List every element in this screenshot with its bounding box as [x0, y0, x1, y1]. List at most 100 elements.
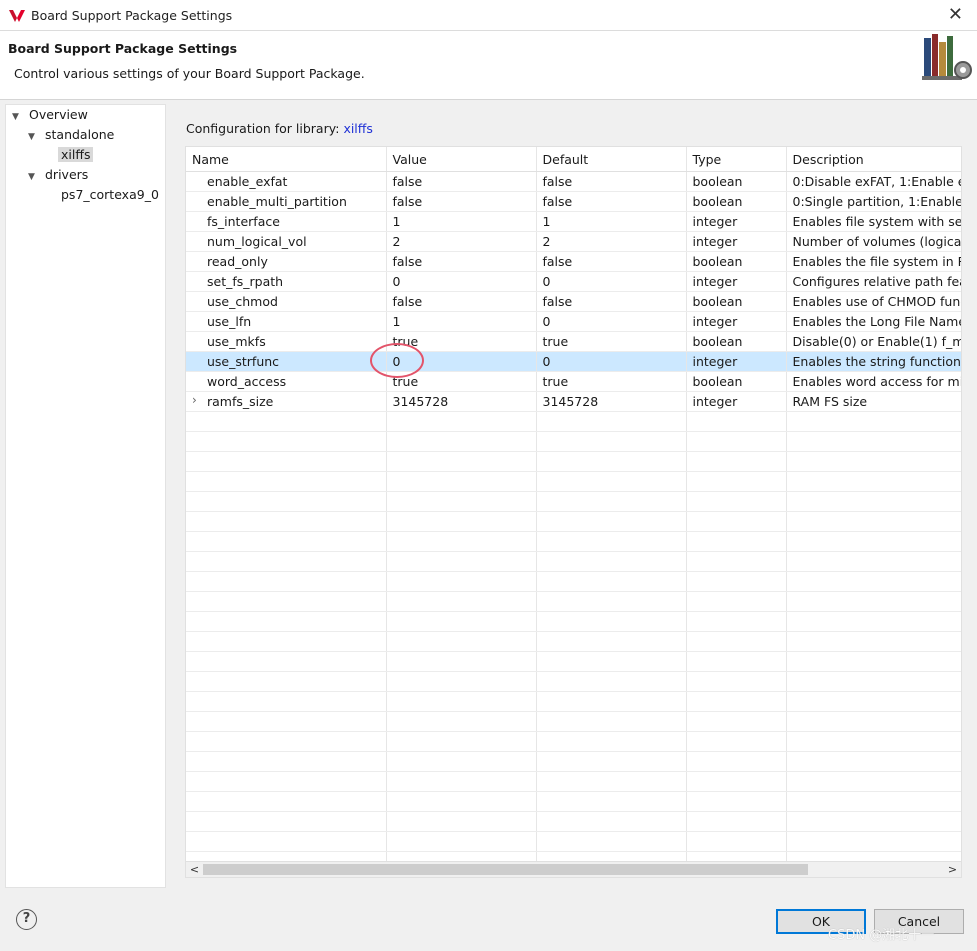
empty-cell — [186, 711, 387, 732]
cell-description: Number of volumes (logical drives — [786, 231, 961, 252]
cell-name: › ramfs_size — [186, 391, 387, 412]
expand-chevron-icon[interactable]: ▼ — [28, 128, 42, 146]
empty-cell — [786, 671, 961, 692]
expand-chevron-icon[interactable]: ▼ — [12, 108, 26, 126]
cell-type: boolean — [686, 371, 787, 392]
empty-cell — [536, 451, 687, 472]
cell-name: use_lfn — [186, 311, 387, 332]
table-row[interactable]: num_logical_vol 2 2 integer Number of volume… — [186, 231, 961, 252]
cell-value[interactable]: true — [386, 331, 537, 352]
tree-item-xilffs[interactable]: xilffs — [44, 146, 94, 164]
scrollbar-thumb[interactable] — [203, 864, 808, 875]
cell-type: integer — [686, 351, 787, 372]
empty-cell — [686, 831, 787, 852]
empty-cell — [686, 811, 787, 832]
empty-table-row — [186, 811, 961, 832]
empty-cell — [686, 431, 787, 452]
table-row[interactable]: word_access true true boolean Enables word a… — [186, 371, 961, 392]
cell-value[interactable]: 2 — [386, 231, 537, 252]
empty-cell — [386, 791, 537, 812]
cell-value[interactable]: true — [386, 371, 537, 392]
scroll-right-icon[interactable]: > — [944, 862, 961, 877]
cell-value[interactable]: false — [386, 251, 537, 272]
empty-cell — [536, 711, 687, 732]
empty-cell — [186, 651, 387, 672]
empty-cell — [186, 691, 387, 712]
cell-value[interactable]: false — [386, 171, 537, 192]
column-header-default[interactable]: Default — [536, 147, 687, 172]
empty-table-row — [186, 411, 961, 432]
window-title: Board Support Package Settings — [31, 8, 233, 23]
column-header-value[interactable]: Value — [386, 147, 537, 172]
empty-cell — [786, 511, 961, 532]
cell-value[interactable]: 1 — [386, 211, 537, 232]
empty-cell — [186, 471, 387, 492]
empty-cell — [186, 451, 387, 472]
table-row[interactable]: fs_interface 1 1 integer Enables file system… — [186, 211, 961, 232]
expand-chevron-icon[interactable]: › — [192, 393, 197, 407]
empty-cell — [386, 671, 537, 692]
empty-cell — [386, 611, 537, 632]
cell-value[interactable]: 1 — [386, 311, 537, 332]
cell-type: integer — [686, 271, 787, 292]
expand-chevron-icon[interactable]: ▼ — [28, 168, 42, 186]
tree-item-ps7-cortexa9-0[interactable]: ps7_cortexa9_0 — [44, 186, 162, 204]
cell-description: 0:Single partition, 1:Enable multi — [786, 191, 961, 212]
table-row[interactable]: enable_exfat false false boolean 0:Disable e… — [186, 171, 961, 192]
empty-cell — [536, 631, 687, 652]
empty-table-row — [186, 671, 961, 692]
title-bar: Board Support Package Settings ✕ — [0, 0, 977, 31]
column-header-type[interactable]: Type — [686, 147, 787, 172]
setting-name: set_fs_rpath — [207, 273, 284, 289]
table-row[interactable]: use_lfn 1 0 integer Enables the Long File Na… — [186, 311, 961, 332]
table-row[interactable]: use_mkfs true true boolean Disable(0) or Ena… — [186, 331, 961, 352]
empty-cell — [686, 471, 787, 492]
cell-value[interactable]: 0 — [386, 271, 537, 292]
empty-cell — [186, 411, 387, 432]
library-config-line: Configuration for library: xilffs — [186, 121, 373, 136]
tree-item-label: drivers — [45, 167, 89, 182]
empty-cell — [386, 571, 537, 592]
setting-name: read_only — [207, 253, 268, 269]
table-row[interactable]: enable_multi_partition false false boolean 0… — [186, 191, 961, 212]
cell-value[interactable]: 3145728 — [386, 391, 537, 412]
empty-cell — [186, 511, 387, 532]
cell-default: false — [536, 251, 687, 272]
empty-table-row — [186, 751, 961, 772]
empty-cell — [536, 811, 687, 832]
table-row[interactable]: › ramfs_size 3145728 3145728 integer RAM FS s… — [186, 391, 961, 412]
empty-cell — [186, 571, 387, 592]
tree-item-overview[interactable]: ▼ Overview — [12, 106, 91, 124]
horizontal-scrollbar[interactable]: < > — [185, 861, 962, 878]
cell-description: RAM FS size — [786, 391, 961, 412]
scroll-left-icon[interactable]: < — [186, 862, 203, 877]
empty-cell — [786, 451, 961, 472]
empty-cell — [686, 571, 787, 592]
column-header-description[interactable]: Description — [786, 147, 961, 172]
column-header-name[interactable]: Name — [186, 147, 387, 172]
empty-table-row — [186, 551, 961, 572]
cell-value[interactable]: 0 — [386, 351, 537, 372]
empty-table-row — [186, 531, 961, 552]
empty-cell — [536, 651, 687, 672]
empty-cell — [186, 631, 387, 652]
close-icon[interactable]: ✕ — [948, 4, 963, 25]
cell-value[interactable]: false — [386, 191, 537, 212]
cell-value[interactable]: false — [386, 291, 537, 312]
tree-item-standalone[interactable]: ▼ standalone — [28, 126, 117, 144]
help-icon[interactable]: ? — [16, 909, 37, 930]
empty-table-row — [186, 611, 961, 632]
setting-name: word_access — [207, 373, 287, 389]
table-row[interactable]: use_chmod false false boolean Enables use of… — [186, 291, 961, 312]
table-row[interactable]: use_strfunc 0 0 integer Enables the string f… — [186, 351, 961, 372]
cell-type: integer — [686, 231, 787, 252]
tree-item-drivers[interactable]: ▼ drivers — [28, 166, 91, 184]
empty-cell — [786, 691, 961, 712]
cell-default: 0 — [536, 351, 687, 372]
cell-name: read_only — [186, 251, 387, 272]
empty-cell — [386, 831, 537, 852]
cell-description: Enables the string functions (int) — [786, 351, 961, 372]
table-row[interactable]: set_fs_rpath 0 0 integer Configures relative… — [186, 271, 961, 292]
table-row[interactable]: read_only false false boolean Enables the fi… — [186, 251, 961, 272]
cell-description: Enables the file system in Read — [786, 251, 961, 272]
